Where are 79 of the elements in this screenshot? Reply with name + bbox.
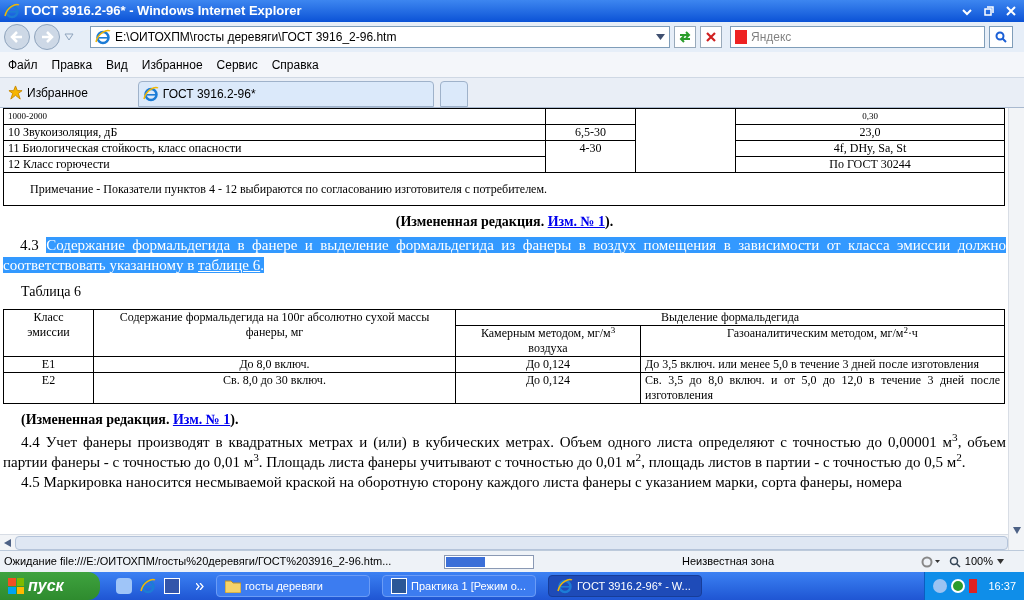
table-cell: E1 bbox=[3, 356, 94, 373]
save-icon[interactable] bbox=[164, 578, 180, 594]
browser-logo-icon bbox=[4, 3, 20, 19]
security-icon[interactable] bbox=[920, 555, 941, 568]
folder-icon bbox=[225, 579, 241, 593]
taskbar-button[interactable]: Практика 1 [Режим о... bbox=[382, 575, 536, 597]
amendment-note: (Измененная редакция. Изм. № 1). bbox=[20, 411, 240, 429]
new-tab-button[interactable] bbox=[439, 81, 468, 107]
browser-logo-icon bbox=[142, 86, 159, 102]
scroll-left-icon[interactable] bbox=[4, 538, 11, 547]
star-icon bbox=[8, 85, 23, 100]
paragraph: 4.3 Содержание формальдегида в фанере и выделение формальдегида из фанеры в воздух помещения в зависимости от класса эмиссии должно соответствовать указанному в таблице 6. bbox=[3, 236, 1006, 275]
table-header: Газоаналитическим методом, мг/м$^{2}$·ч bbox=[640, 325, 1005, 357]
table-cell: До 3,5 включ. или менее 5,0 в течение 3 дней после изготовления bbox=[640, 356, 1005, 373]
stop-icon[interactable] bbox=[700, 26, 722, 48]
table-cell: 11 Биологическая стойкость, класс опасности bbox=[3, 140, 546, 157]
menu-item[interactable]: Вид bbox=[106, 55, 128, 74]
search-logo-icon bbox=[735, 30, 747, 44]
tray-icon[interactable] bbox=[951, 579, 965, 593]
table-cell: Св. 8,0 до 30 включ. bbox=[93, 372, 456, 404]
table-cell: 4f, DHy, Sa, St bbox=[735, 140, 1005, 157]
table-cell: E2 bbox=[3, 372, 94, 404]
address-text: E:\ОИТОХПМ\госты деревяги\ГОСТ 3916_2-96.htm bbox=[115, 29, 398, 46]
zoom-icon bbox=[948, 555, 961, 568]
caret-icon bbox=[997, 559, 1004, 564]
status-text: Ожидание file:///E:/ОИТОХПМ/госты%20деревяги/ГОСТ%203916_2-96.htm... bbox=[4, 554, 393, 570]
refresh-icon[interactable] bbox=[674, 26, 696, 48]
search-icon[interactable] bbox=[989, 26, 1013, 48]
amendment-note: (Измененная редакция. Изм. № 1). bbox=[394, 213, 615, 231]
table-cell: До 0,124 bbox=[455, 356, 641, 373]
start-button[interactable]: пуск bbox=[0, 572, 100, 600]
menu-item[interactable]: Избранное bbox=[141, 55, 203, 74]
favorites-button[interactable]: Избранное bbox=[4, 83, 92, 102]
table-cell: До 8,0 включ. bbox=[93, 356, 456, 373]
search-field[interactable]: Яндекс bbox=[730, 26, 985, 48]
table-caption: Таблица 6 bbox=[20, 283, 82, 301]
dropdown-icon[interactable] bbox=[64, 33, 74, 41]
taskbar-button[interactable]: ГОСТ 3916.2-96* - W... bbox=[548, 575, 702, 597]
document-icon bbox=[391, 578, 407, 594]
table-cell: 10 Звукоизоляция, дБ bbox=[3, 124, 546, 141]
paragraph: 4.4 Учет фанеры производят в квадратных метрах и (или) в кубических метрах. Объем одного листа определяют с точностью до 0,00001 м$^{3}$, объем партии фанеры - с точностью до 0,01 м$^{3}$. Площадь листа фанеры учитывают с точностью до 0,01 м$^{2}$, площадь листов в партии - с точностью до 0,5 м$^{2}$. bbox=[3, 432, 1006, 472]
scroll-down-icon[interactable] bbox=[1012, 527, 1021, 534]
clock: 16:37 bbox=[988, 578, 1016, 594]
caret-icon[interactable] bbox=[656, 34, 665, 40]
table-cell: По ГОСТ 30244 bbox=[735, 156, 1005, 173]
menu-item[interactable]: Справка bbox=[271, 55, 319, 74]
amendment-link[interactable]: Изм. № 1 bbox=[547, 214, 606, 229]
forward-icon[interactable] bbox=[34, 24, 60, 50]
zoom-button[interactable]: 100% bbox=[948, 553, 1020, 570]
vertical-scrollbar[interactable] bbox=[1008, 108, 1024, 550]
window-title: ГОСТ 3916.2-96* - Windows Internet Explorer bbox=[24, 2, 303, 21]
table-cell: Св. 3,5 до 8,0 включ. и от 5,0 до 12,0 в течение 3 дней после изготовления bbox=[640, 372, 1005, 404]
back-icon[interactable] bbox=[4, 24, 30, 50]
menu-item[interactable]: Файл bbox=[8, 55, 38, 74]
table-note: Примечание - Показатели пунктов 4 - 12 выбираются по согласованию изготовителя с потребителем. bbox=[30, 182, 548, 196]
search-input[interactable]: Яндекс bbox=[751, 28, 980, 46]
table-cell: 12 Класс горючести bbox=[3, 156, 546, 173]
chevron-icon[interactable] bbox=[196, 582, 204, 590]
table-header: Камерным методом, мг/м$^{3}$ воздуха bbox=[455, 325, 641, 357]
windows-logo-icon bbox=[8, 578, 24, 594]
table-cell: 1000-2000 bbox=[3, 108, 546, 125]
browser-tab[interactable]: ГОСТ 3916.2-96* bbox=[137, 81, 434, 107]
table-cell: 0,30 bbox=[735, 108, 1005, 125]
browser-logo-icon bbox=[557, 578, 573, 594]
table-cell: До 0,124 bbox=[455, 372, 641, 404]
menu-item[interactable]: Сервис bbox=[216, 55, 258, 74]
paragraph: 4.5 Маркировка наносится несмываемой краской на оборотную сторону каждого листа фанеры с указанием марки, сорта фанеры, номера bbox=[20, 473, 903, 492]
zone-text: Неизвестная зона bbox=[682, 554, 776, 570]
table-header: Содержание формальдегида на 100г абсолютно сухой массы фанеры, мг bbox=[93, 309, 456, 357]
tray-icon[interactable] bbox=[933, 579, 947, 593]
browser-logo-icon bbox=[140, 578, 156, 594]
address-field[interactable]: E:\ОИТОХПМ\госты деревяги\ГОСТ 3916_2-96.htm bbox=[90, 26, 670, 48]
menu-item[interactable]: Правка bbox=[51, 55, 93, 74]
desktop-icon[interactable] bbox=[116, 578, 132, 594]
table-header: Класс эмиссии bbox=[3, 309, 94, 357]
taskbar-button[interactable]: госты деревяги bbox=[216, 575, 370, 597]
table-cell: 23,0 bbox=[735, 124, 1005, 141]
table-header: Выделение формальдегида bbox=[455, 309, 1005, 326]
browser-logo-icon bbox=[95, 29, 111, 45]
